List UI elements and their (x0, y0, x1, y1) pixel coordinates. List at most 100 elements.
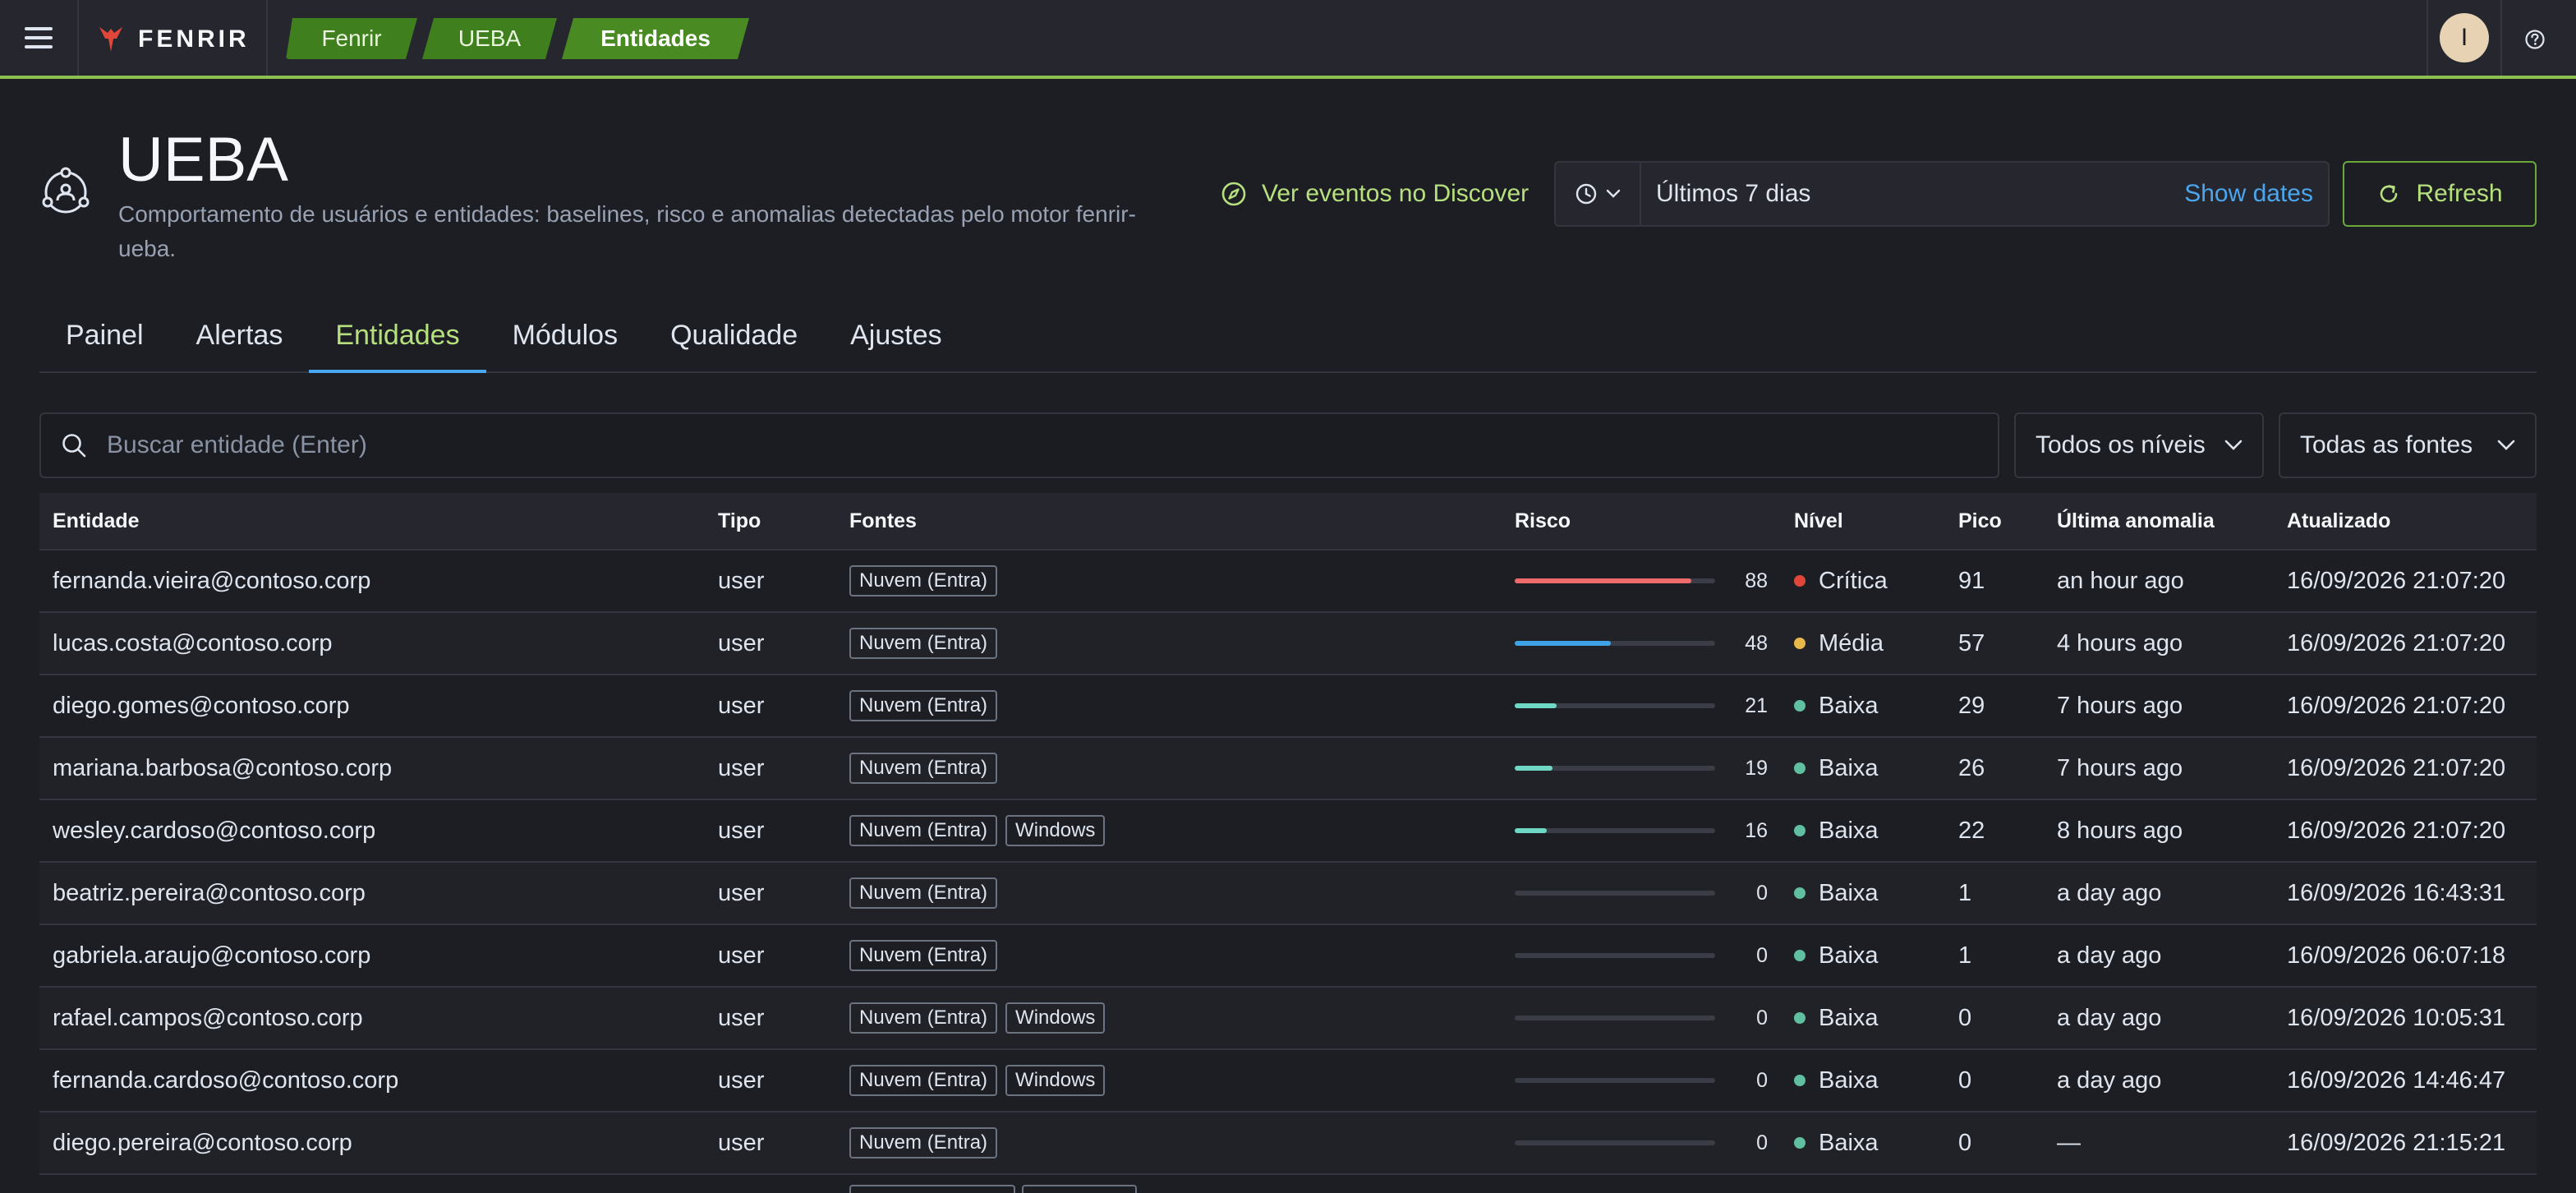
entity-name[interactable]: beatriz.pereira@contoso.corp (39, 880, 705, 907)
table-row[interactable]: fernanda.vieira@contoso.corp user Nuvem (E… (39, 549, 2537, 611)
tab-painel[interactable]: Painel (39, 299, 170, 371)
level-dot (1794, 1075, 1806, 1086)
table-row[interactable]: mariana.barbosa@contoso.corp user Nuvem (E… (39, 736, 2537, 799)
entity-name[interactable]: fernanda.vieira@contoso.corp (39, 568, 705, 595)
refresh-button[interactable]: Refresh (2343, 161, 2537, 227)
column-header-risco[interactable]: Risco (1502, 509, 1781, 533)
entity-sources: Nuvem (Entra) (836, 690, 1502, 721)
level-label: Baixa (1819, 879, 1879, 906)
source-tag: Windows (1005, 1002, 1106, 1034)
level-dot (1794, 575, 1806, 587)
source-tag (1022, 1185, 1137, 1193)
entity-sources: Nuvem (Entra) (836, 1127, 1502, 1158)
tab-ajustes[interactable]: Ajustes (824, 299, 968, 371)
source-filter-select[interactable]: Todas as fontes (2279, 412, 2537, 478)
page-description: Comportamento de usuários e entidades: b… (118, 201, 1136, 261)
source-tag: Nuvem (Entra) (849, 753, 998, 784)
risk-cell: 16 (1502, 819, 1781, 843)
risk-score: 0 (1756, 1131, 1768, 1154)
source-tag: Windows (1005, 815, 1106, 846)
brand-logo[interactable]: FENRIR (99, 23, 250, 56)
risk-score: 48 (1745, 631, 1768, 655)
menu-button[interactable] (0, 0, 79, 76)
updated-at: 16/09/2026 21:07:20 (2287, 817, 2506, 844)
risk-score: 88 (1745, 569, 1768, 592)
level-label: Baixa (1819, 817, 1879, 844)
last-anomaly: a day ago (2057, 1066, 2162, 1094)
level-dot (1794, 1137, 1806, 1149)
entity-name[interactable]: wesley.cardoso@contoso.corp (39, 818, 705, 845)
last-anomaly: a day ago (2057, 879, 2162, 906)
entity-name[interactable]: mariana.barbosa@contoso.corp (39, 755, 705, 782)
entity-type: user (718, 1066, 765, 1094)
column-header-nivel[interactable]: Nível (1781, 509, 1945, 533)
table-row[interactable]: wesley.cardoso@contoso.corp user Nuvem (En… (39, 799, 2537, 861)
entity-sources: Nuvem (Entra) (836, 628, 1502, 659)
tab-qualidade[interactable]: Qualidade (644, 299, 824, 371)
source-tag: Nuvem (Entra) (849, 815, 998, 846)
table-row[interactable]: beatriz.pereira@contoso.corp user Nuvem (E… (39, 861, 2537, 924)
discover-link[interactable]: Ver eventos no Discover (1221, 176, 1529, 212)
peak-score: 1 (1958, 942, 1972, 969)
table-row[interactable]: diego.pereira@contoso.corp user Nuvem (Ent… (39, 1111, 2537, 1173)
entity-type: user (718, 1004, 765, 1031)
entity-type: user (718, 942, 765, 969)
risk-bar (1515, 578, 1715, 583)
breadcrumb-item-fenrir[interactable]: Fenrir (286, 18, 417, 59)
column-header-tipo[interactable]: Tipo (705, 509, 836, 533)
column-header-ultima-anomalia[interactable]: Última anomalia (2044, 509, 2274, 533)
table-row[interactable]: fernanda.cardoso@contoso.corp user Nuvem (… (39, 1048, 2537, 1111)
column-header-pico[interactable]: Pico (1945, 509, 2044, 533)
level-filter-select[interactable]: Todos os níveis (2014, 412, 2264, 478)
updated-at: 16/09/2026 06:07:18 (2287, 942, 2506, 969)
chevron-down-icon (2497, 440, 2515, 450)
tab-alertas[interactable]: Alertas (170, 299, 310, 371)
source-tag: Nuvem (Entra) (849, 628, 998, 659)
tab-entidades[interactable]: Entidades (309, 299, 486, 373)
peak-score: 91 (1958, 567, 1985, 594)
peak-score: 26 (1958, 754, 1985, 781)
help-button[interactable] (2517, 25, 2553, 54)
level-label: Baixa (1819, 1066, 1879, 1094)
peak-score: 0 (1958, 1129, 1972, 1156)
user-menu[interactable]: I (2426, 0, 2502, 76)
entity-name[interactable]: rafael.campos@contoso.corp (39, 1005, 705, 1032)
column-header-fontes[interactable]: Fontes (836, 509, 1502, 533)
table-row[interactable]: lucas.costa@contoso.corp user Nuvem (Entra… (39, 611, 2537, 674)
table-row[interactable]: rafael.campos@contoso.corp user Nuvem (Ent… (39, 986, 2537, 1048)
entity-name[interactable]: gabriela.araujo@contoso.corp (39, 942, 705, 970)
entity-name[interactable]: fernanda.cardoso@contoso.corp (39, 1067, 705, 1094)
discover-link-label: Ver eventos no Discover (1262, 180, 1530, 207)
peak-score: 0 (1958, 1004, 1972, 1031)
risk-bar (1515, 1078, 1715, 1083)
entity-name[interactable]: diego.gomes@contoso.corp (39, 693, 705, 720)
show-dates-link[interactable]: Show dates (2169, 180, 2328, 208)
quick-select-button[interactable] (1556, 163, 1641, 225)
breadcrumb-item-entidades[interactable]: Entidades (562, 18, 749, 59)
search-input[interactable] (107, 431, 1998, 459)
entity-name[interactable]: lucas.costa@contoso.corp (39, 630, 705, 657)
level-dot (1794, 825, 1806, 836)
table-row[interactable]: gabriela.araujo@contoso.corp user Nuvem (E… (39, 924, 2537, 986)
level-dot (1794, 887, 1806, 899)
tab-modulos[interactable]: Módulos (486, 299, 645, 371)
risk-bar (1515, 703, 1715, 708)
level-dot (1794, 950, 1806, 961)
table-row[interactable]: diego.gomes@contoso.corp user Nuvem (Entra… (39, 674, 2537, 736)
entities-table: Entidade Tipo Fontes Risco Nível Pico Úl… (39, 493, 2537, 1193)
risk-bar (1515, 891, 1715, 896)
level-label: Crítica (1819, 567, 1888, 594)
updated-at: 16/09/2026 14:46:47 (2287, 1066, 2506, 1094)
entity-sources: Nuvem (Entra) (836, 753, 1502, 784)
column-header-atualizado[interactable]: Atualizado (2274, 509, 2537, 533)
entity-name[interactable]: diego.pereira@contoso.corp (39, 1130, 705, 1157)
date-range-value[interactable]: Últimos 7 dias (1641, 180, 2169, 208)
breadcrumb-item-ueba[interactable]: UEBA (422, 18, 557, 59)
column-header-entidade[interactable]: Entidade (39, 509, 705, 533)
source-tag (849, 1185, 1015, 1193)
tab-bar: Painel Alertas Entidades Módulos Qualida… (39, 299, 2537, 373)
entity-sources: Nuvem (Entra) Windows (836, 815, 1502, 846)
level-cell: Baixa (1781, 1067, 1945, 1094)
source-tag: Nuvem (Entra) (849, 1127, 998, 1158)
risk-bar (1515, 766, 1715, 771)
